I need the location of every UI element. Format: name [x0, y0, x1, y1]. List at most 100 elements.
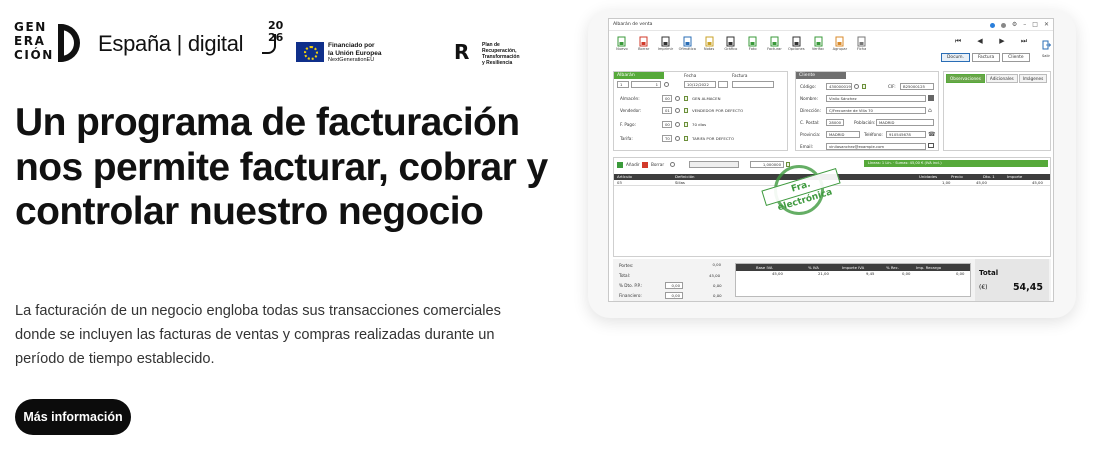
telefono-field[interactable]: 910545678	[886, 131, 926, 138]
delete-line-button[interactable]: Borrar	[651, 162, 664, 167]
email-field[interactable]: vinilosanchez@example.com	[826, 143, 926, 150]
cell-definicion: Sillas	[675, 180, 685, 185]
doc-icon[interactable]	[684, 136, 688, 141]
search-icon[interactable]	[675, 96, 680, 101]
direccion-label: Dirección:	[800, 108, 821, 113]
search-icon[interactable]	[670, 162, 675, 167]
toolbar-button-opciones[interactable]: Opciones	[785, 35, 807, 59]
tab-cliente[interactable]: Cliente	[1002, 53, 1030, 62]
tax-table: Base IVA % IVA Importe IVA % Rec. Imp. R…	[735, 263, 971, 297]
settings-icon[interactable]: ⚙	[1012, 19, 1017, 31]
search-icon[interactable]	[675, 136, 680, 141]
nombre-field[interactable]: Vinilo Sánchez	[826, 95, 926, 102]
fpago-code-field[interactable]: 00	[662, 121, 672, 128]
tab-imagenes[interactable]: Imágenes	[1018, 74, 1048, 83]
close-icon[interactable]: ✕	[1044, 19, 1049, 31]
contact-card-icon[interactable]	[928, 95, 934, 101]
search-icon[interactable]	[664, 82, 669, 87]
toolbar-button-agrupar[interactable]: Agrupar	[829, 35, 851, 59]
tab-docum[interactable]: Docum.	[941, 53, 970, 62]
almacen-code-field[interactable]: 00	[662, 95, 672, 102]
search-icon[interactable]	[854, 84, 859, 89]
poblacion-field[interactable]: MADRID	[876, 119, 934, 126]
home-icon[interactable]: ⌂	[928, 107, 932, 114]
verify-icon	[814, 36, 823, 47]
toolbar-button-label: Facturar	[767, 47, 782, 51]
tab-observaciones[interactable]: Observaciones	[946, 74, 985, 83]
numero-field[interactable]: 1	[631, 81, 661, 88]
eu-funding-logo: Financiado por la Unión Europea NextGene…	[296, 42, 396, 66]
financiero-pct-field[interactable]: 0,00	[665, 292, 683, 299]
vendedor-code-field[interactable]: 01	[662, 107, 672, 114]
toolbar-button-ofimática[interactable]: Ofimática	[676, 35, 698, 59]
minimize-icon[interactable]: –	[1023, 19, 1026, 31]
cif-field[interactable]: B25000125	[900, 83, 934, 90]
provincia-label: Provincia:	[800, 132, 821, 137]
tarifa-label: Tarifa:	[620, 136, 633, 141]
year-2026-logo: 20 26	[254, 20, 288, 64]
more-info-button[interactable]: Más información	[15, 399, 131, 435]
doc-icon[interactable]	[862, 84, 866, 89]
dto-pp-value: 0,00	[713, 283, 722, 288]
article-select[interactable]	[689, 161, 739, 168]
factura-field[interactable]	[732, 81, 774, 88]
toolbar-button-notas[interactable]: Notas	[698, 35, 720, 59]
exit-button[interactable]: Salir	[1039, 35, 1053, 58]
add-line-button[interactable]: Añadir	[626, 162, 640, 167]
generacion-d-logo: GEN ERA CIÓN	[14, 20, 84, 66]
search-icon[interactable]	[675, 122, 680, 127]
direccion-field[interactable]: C/Frecuente de Villa 70	[826, 107, 926, 114]
exit-label: Salir	[1042, 54, 1050, 58]
prtr-logo: R Plan de Recuperación, Transformación y…	[454, 40, 520, 66]
info-icon[interactable]	[989, 22, 995, 28]
exit-icon	[1042, 40, 1051, 50]
rec-amount: 0,00	[956, 271, 965, 276]
cif-label: CIF:	[888, 84, 896, 89]
add-line-icon[interactable]	[617, 162, 623, 168]
toolbar-button-facturar[interactable]: Facturar	[764, 35, 786, 59]
total-value: 45,00	[709, 273, 721, 278]
tab-factura[interactable]: Factura	[971, 53, 1001, 62]
col-importe-iva: Importe IVA	[842, 265, 865, 270]
portes-label: Portes:	[619, 263, 634, 268]
group-icon	[835, 36, 844, 47]
toolbar-button-ficha[interactable]: Ficha	[851, 35, 873, 59]
prev-record-icon[interactable]: ◀	[973, 37, 987, 46]
search-icon[interactable]	[675, 108, 680, 113]
last-record-icon[interactable]: ⏭	[1017, 37, 1031, 46]
doc-icon[interactable]	[684, 122, 688, 127]
codigo-field[interactable]: 430000019	[826, 83, 852, 90]
next-record-icon[interactable]: ▶	[995, 37, 1009, 46]
toolbar-button-foto[interactable]: Foto	[742, 35, 764, 59]
first-record-icon[interactable]: ⏮	[951, 37, 965, 46]
delete-line-icon[interactable]	[642, 162, 648, 168]
calendar-icon[interactable]	[718, 81, 728, 88]
maximize-icon[interactable]: □	[1032, 19, 1038, 31]
doc-icon[interactable]	[684, 96, 688, 101]
toolbar-button-gráfico[interactable]: Gráfico	[720, 35, 742, 59]
albaran-header: Albarán	[614, 72, 664, 79]
email-icon[interactable]	[928, 143, 934, 148]
toolbar-button-verifac[interactable]: Verifac	[807, 35, 829, 59]
dto-pp-pct-field[interactable]: 0,00	[665, 282, 683, 289]
toolbar-button-borrar[interactable]: Borrar	[633, 35, 655, 59]
cpostal-field[interactable]: 28000	[826, 119, 844, 126]
email-label: Email:	[800, 144, 814, 149]
tarifa-code-field[interactable]: T0	[662, 135, 672, 142]
albaran-panel: Albarán Fecha Factura 1 1 10/12/2022 Alm…	[613, 71, 788, 151]
cell-unidades: 1,00	[942, 180, 951, 185]
toolbar-button-nuevo[interactable]: Nuevo	[611, 35, 633, 59]
toolbar-button-imprimir[interactable]: Imprimir	[655, 35, 677, 59]
doc-icon[interactable]	[684, 108, 688, 113]
phone-icon[interactable]: ☎	[928, 131, 935, 138]
portes-field[interactable]: 0,00	[693, 262, 723, 269]
provincia-field[interactable]: MADRID	[826, 131, 860, 138]
vendedor-name: VENDEDOR POR DEFECTO	[692, 108, 744, 113]
serie-select[interactable]: 1	[617, 81, 629, 88]
espana-digital-logo: España | digital	[98, 31, 244, 56]
tab-adicionales[interactable]: Adicionales	[985, 74, 1018, 83]
fecha-field[interactable]: 10/12/2022	[684, 81, 716, 88]
fpago-label: F. Pago:	[620, 122, 636, 127]
toolbar-button-label: Verifac	[811, 47, 825, 51]
help-icon[interactable]	[1000, 22, 1006, 28]
